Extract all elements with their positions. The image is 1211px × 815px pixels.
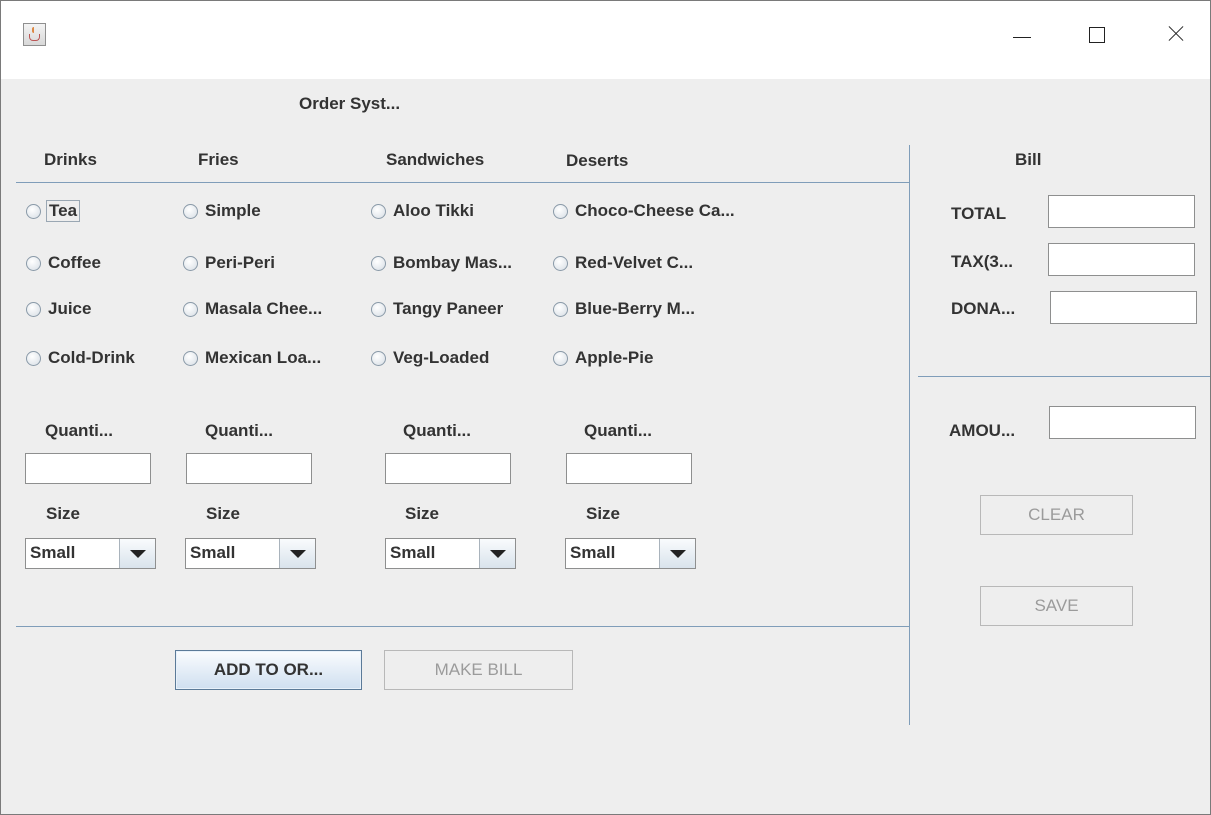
size-select-value: Small <box>390 543 436 562</box>
radio-button-icon[interactable] <box>371 203 386 219</box>
radio-peri-peri[interactable]: Peri-Peri <box>183 252 275 274</box>
size-select-sandwiches[interactable]: Small <box>385 538 516 569</box>
close-icon[interactable] <box>1161 19 1191 49</box>
footer-separator <box>16 626 909 627</box>
radio-button-icon[interactable] <box>553 203 568 219</box>
radio-apple-pie[interactable]: Apple-Pie <box>553 347 653 369</box>
add-to-order-button[interactable]: ADD TO OR... <box>175 650 362 690</box>
radio-button-icon[interactable] <box>183 301 198 317</box>
radio-coffee[interactable]: Coffee <box>26 252 101 274</box>
quantity-label-sandwiches: Quanti... <box>403 421 471 440</box>
size-label-sandwiches: Size <box>405 504 440 523</box>
radio-button-icon[interactable] <box>371 350 386 366</box>
radio-juice[interactable]: Juice <box>26 298 91 320</box>
bill-panel-separator <box>909 145 910 725</box>
title-bar[interactable] <box>1 1 1210 79</box>
chevron-down-icon[interactable] <box>279 539 315 568</box>
radio-button-icon[interactable] <box>553 350 568 366</box>
save-button[interactable]: SAVE <box>980 586 1133 626</box>
total-label: TOTAL <box>951 204 1007 223</box>
size-label-fries: Size <box>206 504 241 523</box>
radio-mexican-loaded[interactable]: Mexican Loa... <box>183 347 321 369</box>
radio-button-icon[interactable] <box>183 203 198 219</box>
radio-blue-berry-muffin[interactable]: Blue-Berry M... <box>553 298 695 320</box>
size-select-value: Small <box>190 543 236 562</box>
bill-title: Bill <box>1015 150 1042 169</box>
radio-button-icon[interactable] <box>553 301 568 317</box>
radio-button-icon[interactable] <box>26 255 41 271</box>
radio-aloo-tikki[interactable]: Aloo Tikki <box>371 200 474 222</box>
clear-button[interactable]: CLEAR <box>980 495 1133 535</box>
radio-choco-cheese-cake[interactable]: Choco-Cheese Ca... <box>553 200 735 222</box>
radio-button-icon[interactable] <box>371 301 386 317</box>
tax-label: TAX(3... <box>951 252 1014 271</box>
java-cup-icon <box>23 23 46 46</box>
total-field[interactable] <box>1048 195 1195 228</box>
donation-label: DONA... <box>951 299 1016 318</box>
radio-cold-drink[interactable]: Cold-Drink <box>26 347 135 369</box>
size-select-drinks[interactable]: Small <box>25 538 156 569</box>
radio-button-icon[interactable] <box>553 255 568 271</box>
size-select-deserts[interactable]: Small <box>565 538 696 569</box>
chevron-down-icon[interactable] <box>659 539 695 568</box>
radio-button-icon[interactable] <box>183 350 198 366</box>
quantity-label-deserts: Quanti... <box>584 421 652 440</box>
radio-bombay-masala[interactable]: Bombay Mas... <box>371 252 512 274</box>
quantity-input-deserts[interactable] <box>566 453 692 484</box>
size-label-deserts: Size <box>586 504 621 523</box>
app-window: Order Syst... Drinks Fries Sandwiches De… <box>0 0 1211 815</box>
radio-button-icon[interactable] <box>26 301 41 317</box>
category-header-drinks: Drinks <box>44 150 97 169</box>
donation-field[interactable] <box>1050 291 1197 324</box>
header-separator <box>16 182 909 183</box>
radio-tangy-paneer[interactable]: Tangy Paneer <box>371 298 503 320</box>
radio-simple[interactable]: Simple <box>183 200 261 222</box>
size-select-value: Small <box>30 543 76 562</box>
maximize-icon[interactable] <box>1084 19 1114 49</box>
radio-veg-loaded[interactable]: Veg-Loaded <box>371 347 489 369</box>
chevron-down-icon[interactable] <box>479 539 515 568</box>
size-label-drinks: Size <box>46 504 81 523</box>
amount-field[interactable] <box>1049 406 1196 439</box>
radio-button-icon[interactable] <box>183 255 198 271</box>
chevron-down-icon[interactable] <box>119 539 155 568</box>
make-bill-button[interactable]: MAKE BILL <box>384 650 573 690</box>
quantity-input-sandwiches[interactable] <box>385 453 511 484</box>
size-select-fries[interactable]: Small <box>185 538 316 569</box>
quantity-input-fries[interactable] <box>186 453 312 484</box>
radio-button-icon[interactable] <box>371 255 386 271</box>
size-select-value: Small <box>570 543 616 562</box>
tax-field[interactable] <box>1048 243 1195 276</box>
radio-tea[interactable]: Tea <box>26 200 81 222</box>
radio-red-velvet-cake[interactable]: Red-Velvet C... <box>553 252 693 274</box>
quantity-label-fries: Quanti... <box>205 421 273 440</box>
minimize-icon[interactable] <box>1008 19 1038 49</box>
amount-label: AMOU... <box>949 421 1016 440</box>
category-header-fries: Fries <box>198 150 239 169</box>
category-header-deserts: Deserts <box>566 151 629 170</box>
quantity-label-drinks: Quanti... <box>45 421 113 440</box>
radio-masala-cheese[interactable]: Masala Chee... <box>183 298 322 320</box>
page-title: Order Syst... <box>299 94 401 113</box>
radio-button-icon[interactable] <box>26 203 41 219</box>
quantity-input-drinks[interactable] <box>25 453 151 484</box>
radio-button-icon[interactable] <box>26 350 41 366</box>
category-header-sandwiches: Sandwiches <box>386 150 485 169</box>
bill-separator <box>918 376 1210 377</box>
